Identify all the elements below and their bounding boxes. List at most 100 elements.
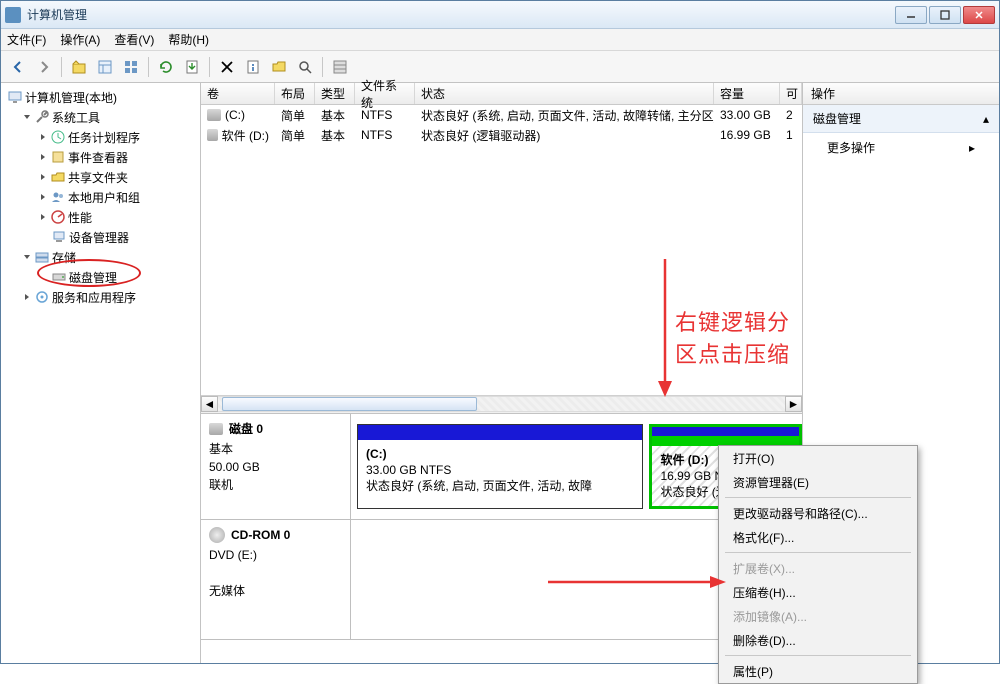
tree-root[interactable]: 计算机管理(本地) xyxy=(3,87,198,107)
scroll-track[interactable] xyxy=(218,396,785,412)
tree-label: 磁盘管理 xyxy=(69,269,117,286)
tree-storage[interactable]: 存储 xyxy=(3,247,198,267)
chevron-right-icon xyxy=(37,192,48,203)
chevron-right-icon xyxy=(21,292,32,303)
col-status[interactable]: 状态 xyxy=(415,83,714,104)
export-button[interactable] xyxy=(181,56,203,78)
app-icon xyxy=(5,7,21,23)
forward-button[interactable] xyxy=(33,56,55,78)
tree-label: 性能 xyxy=(68,209,92,226)
cell: 简单 xyxy=(275,107,315,124)
tree-label: 服务和应用程序 xyxy=(52,289,136,306)
menu-view[interactable]: 查看(V) xyxy=(114,31,154,48)
tree-label: 本地用户和组 xyxy=(68,189,140,206)
folder-open-button[interactable] xyxy=(268,56,290,78)
tree-device-manager[interactable]: 设备管理器 xyxy=(3,227,198,247)
menu-help[interactable]: 帮助(H) xyxy=(168,31,209,48)
col-capacity[interactable]: 容量 xyxy=(714,83,780,104)
view1-button[interactable] xyxy=(94,56,116,78)
computer-icon xyxy=(7,89,23,105)
drive-icon xyxy=(207,129,218,141)
tree-services[interactable]: 服务和应用程序 xyxy=(3,287,198,307)
ctx-delete[interactable]: 删除卷(D)... xyxy=(719,628,917,652)
cdrom-row: CD-ROM 0 DVD (E:) 无媒体 xyxy=(201,520,802,640)
tree-label: 任务计划程序 xyxy=(68,129,140,146)
ctx-format[interactable]: 格式化(F)... xyxy=(719,525,917,549)
close-button[interactable] xyxy=(963,6,995,24)
tools-icon xyxy=(34,109,50,125)
chevron-right-icon: ▸ xyxy=(969,141,975,155)
part-name: 软件 (D:) xyxy=(660,453,708,467)
col-free[interactable]: 可 xyxy=(780,83,802,104)
col-type[interactable]: 类型 xyxy=(315,83,355,104)
table-row[interactable]: (C:) 简单 基本 NTFS 状态良好 (系统, 启动, 页面文件, 活动, … xyxy=(201,105,802,125)
disk0-type: 基本 xyxy=(209,440,342,458)
disk-layout-area: 磁盘 0 基本 50.00 GB 联机 (C:) 33.00 GB NTFS 状… xyxy=(201,413,802,664)
menu-action[interactable]: 操作(A) xyxy=(60,31,100,48)
col-layout[interactable]: 布局 xyxy=(275,83,315,104)
delete-icon-button[interactable] xyxy=(216,56,238,78)
view2-button[interactable] xyxy=(120,56,142,78)
disk0-status: 联机 xyxy=(209,476,342,494)
minimize-button[interactable] xyxy=(895,6,927,24)
ctx-explorer[interactable]: 资源管理器(E) xyxy=(719,470,917,494)
disk0-info[interactable]: 磁盘 0 基本 50.00 GB 联机 xyxy=(201,414,351,519)
col-volume[interactable]: 卷 xyxy=(201,83,275,104)
table-row[interactable]: 软件 (D:) 简单 基本 NTFS 状态良好 (逻辑驱动器) 16.99 GB… xyxy=(201,125,802,145)
ctx-shrink[interactable]: 压缩卷(H)... xyxy=(719,580,917,604)
hdd-icon xyxy=(209,423,223,435)
tree-shared-folders[interactable]: 共享文件夹 xyxy=(3,167,198,187)
h-scrollbar[interactable]: ◄ ► xyxy=(201,395,802,413)
tree-event-viewer[interactable]: 事件查看器 xyxy=(3,147,198,167)
tree-local-users[interactable]: 本地用户和组 xyxy=(3,187,198,207)
scroll-left-button[interactable]: ◄ xyxy=(201,396,218,412)
tree-label: 系统工具 xyxy=(52,109,100,126)
ctx-open[interactable]: 打开(O) xyxy=(719,446,917,470)
actions-more[interactable]: 更多操作 ▸ xyxy=(803,133,999,162)
cell: 状态良好 (系统, 启动, 页面文件, 活动, 故障转储, 主分区) xyxy=(415,107,714,124)
grid-button[interactable] xyxy=(329,56,351,78)
perf-icon xyxy=(50,209,66,225)
chevron-right-icon xyxy=(37,212,48,223)
cdrom-info[interactable]: CD-ROM 0 DVD (E:) 无媒体 xyxy=(201,520,351,639)
cell: 状态良好 (逻辑驱动器) xyxy=(415,127,714,144)
col-fs[interactable]: 文件系统 xyxy=(355,83,415,104)
ctx-extend: 扩展卷(X)... xyxy=(719,556,917,580)
ctx-properties[interactable]: 属性(P) xyxy=(719,659,917,683)
clock-icon xyxy=(50,129,66,145)
toolbar xyxy=(1,51,999,83)
cdrom-title: CD-ROM 0 xyxy=(231,526,290,544)
event-icon xyxy=(50,149,66,165)
scroll-right-button[interactable]: ► xyxy=(785,396,802,412)
cell: NTFS xyxy=(355,128,415,142)
actions-header: 操作 xyxy=(803,83,999,105)
menu-file[interactable]: 文件(F) xyxy=(7,31,46,48)
maximize-button[interactable] xyxy=(929,6,961,24)
tree-disk-management[interactable]: 磁盘管理 xyxy=(3,267,198,287)
partition-c[interactable]: (C:) 33.00 GB NTFS 状态良好 (系统, 启动, 页面文件, 活… xyxy=(357,424,643,509)
chevron-right-icon xyxy=(37,132,48,143)
back-button[interactable] xyxy=(7,56,29,78)
disk0-size: 50.00 GB xyxy=(209,458,342,476)
refresh-button[interactable] xyxy=(155,56,177,78)
window-title: 计算机管理 xyxy=(27,6,895,23)
cell: NTFS xyxy=(355,108,415,122)
part-status: 状态良好 (系统, 启动, 页面文件, 活动, 故障 xyxy=(366,479,592,493)
titlebar: 计算机管理 xyxy=(1,1,999,29)
actions-more-label: 更多操作 xyxy=(827,139,875,156)
tree-performance[interactable]: 性能 xyxy=(3,207,198,227)
actions-group[interactable]: 磁盘管理 ▴ xyxy=(803,105,999,133)
zoom-button[interactable] xyxy=(294,56,316,78)
tree-system-tools[interactable]: 系统工具 xyxy=(3,107,198,127)
props-button[interactable] xyxy=(242,56,264,78)
up-button[interactable] xyxy=(68,56,90,78)
volume-grid-header: 卷 布局 类型 文件系统 状态 容量 可 xyxy=(201,83,802,105)
partition-header xyxy=(358,425,642,440)
scroll-thumb[interactable] xyxy=(222,397,477,411)
ctx-change-letter[interactable]: 更改驱动器号和路径(C)... xyxy=(719,501,917,525)
disk-icon xyxy=(51,269,67,285)
cell: 33.00 GB xyxy=(714,108,780,122)
cell: 软件 (D:) xyxy=(222,127,269,144)
storage-icon xyxy=(34,249,50,265)
tree-task-scheduler[interactable]: 任务计划程序 xyxy=(3,127,198,147)
